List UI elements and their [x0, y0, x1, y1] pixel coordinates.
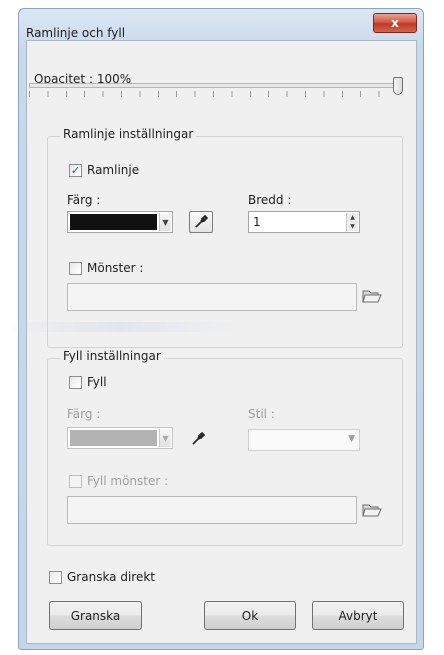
fill-color-label: Färg :: [67, 407, 101, 421]
spin-up-icon[interactable]: ▲: [350, 213, 355, 222]
border-width-spinner[interactable]: 1 ▲ ▼: [248, 211, 360, 233]
fill-enabled-checkbox[interactable]: [69, 376, 82, 389]
chevron-down-icon[interactable]: ▼: [348, 434, 355, 444]
check-mark-icon: ✓: [70, 164, 81, 177]
window-title: Ramlinje och fyll: [26, 26, 126, 40]
opacity-slider-thumb[interactable]: [393, 77, 403, 95]
fill-pattern-field: [67, 496, 357, 524]
close-icon: x: [391, 16, 399, 30]
fill-style-label: Stil :: [248, 407, 275, 421]
preview-button[interactable]: Granska: [49, 601, 142, 630]
border-color-swatch: [70, 214, 157, 230]
border-width-label: Bredd :: [248, 193, 292, 207]
close-button[interactable]: x: [373, 13, 417, 33]
preview-direct-checkbox[interactable]: [49, 571, 62, 584]
fill-pattern-label: Fyll mönster :: [87, 474, 169, 488]
watermark-band: [0, 322, 240, 332]
eyedropper-icon: [195, 215, 208, 228]
border-settings-title: Ramlinje inställningar: [60, 127, 197, 141]
fill-pattern-checkbox[interactable]: [69, 475, 82, 488]
border-pattern-field: [67, 283, 357, 311]
fill-enabled-label: Fyll: [87, 375, 107, 389]
eyedropper-icon[interactable]: [191, 432, 207, 446]
chevron-down-icon[interactable]: ▼: [159, 429, 171, 447]
chevron-down-icon[interactable]: ▼: [159, 213, 171, 231]
opacity-slider-ticks: [29, 91, 397, 97]
open-folder-icon[interactable]: [362, 502, 382, 518]
border-color-label: Färg :: [67, 193, 101, 207]
border-width-value: 1: [253, 215, 261, 229]
ok-button[interactable]: Ok: [204, 601, 296, 630]
border-color-picker-button[interactable]: [189, 211, 213, 233]
fill-color-combo[interactable]: ▼: [67, 427, 173, 449]
border-color-combo[interactable]: ▼: [67, 211, 173, 233]
preview-direct-label: Granska direkt: [67, 570, 156, 584]
border-enabled-checkbox[interactable]: ✓: [69, 164, 82, 177]
fill-color-swatch: [70, 430, 157, 446]
open-folder-icon[interactable]: [362, 288, 382, 304]
border-enabled-label: Ramlinje: [87, 163, 140, 177]
border-pattern-label: Mönster :: [87, 261, 144, 275]
opacity-slider-track[interactable]: [29, 83, 397, 88]
fill-style-dropdown[interactable]: ▼: [248, 429, 360, 451]
cancel-button[interactable]: Avbryt: [312, 601, 404, 630]
spinner-buttons[interactable]: ▲ ▼: [346, 213, 358, 231]
spin-down-icon[interactable]: ▼: [350, 222, 355, 231]
fill-settings-title: Fyll inställningar: [60, 349, 164, 363]
border-pattern-checkbox[interactable]: [69, 262, 82, 275]
